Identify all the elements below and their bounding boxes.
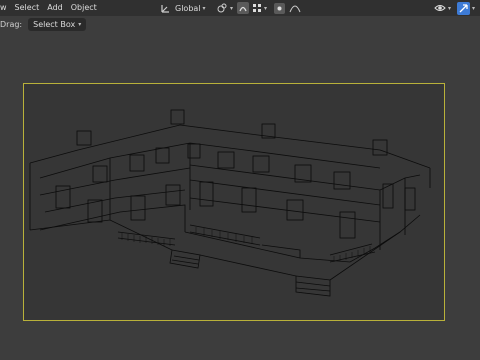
building-wireframe [29, 109, 431, 297]
